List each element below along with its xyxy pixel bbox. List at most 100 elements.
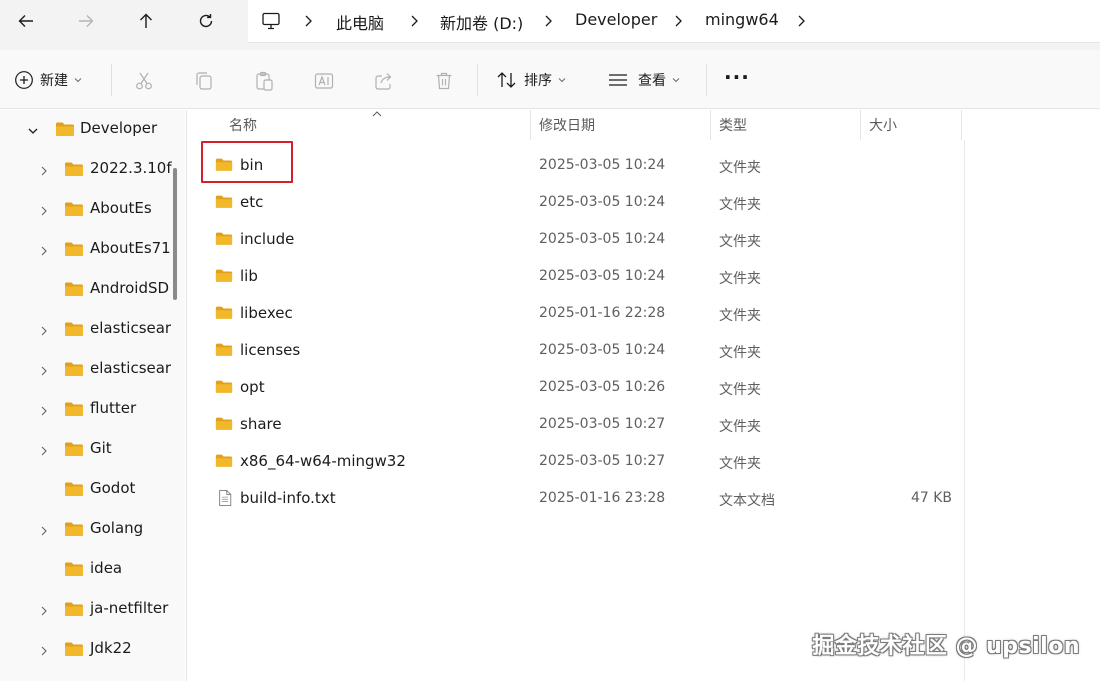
column-header-modified[interactable]: 修改日期	[539, 110, 595, 140]
sidebar-item-label: Godot	[90, 479, 136, 497]
chevron-right-icon[interactable]	[38, 243, 50, 256]
cut-icon[interactable]	[133, 70, 155, 92]
column-header-size[interactable]: 大小	[869, 110, 897, 140]
file-row[interactable]: x86_64-w64-mingw32 2025-03-05 10:27 文件夹	[187, 443, 964, 480]
column-header-type[interactable]: 类型	[719, 110, 747, 140]
sidebar-item[interactable]: AndroidSD	[0, 271, 185, 307]
new-button[interactable]: 新建	[14, 65, 82, 95]
file-name: include	[240, 230, 295, 248]
file-modified: 2025-03-05 10:24	[539, 268, 666, 284]
file-row[interactable]: libexec 2025-01-16 22:28 文件夹	[187, 295, 964, 332]
chevron-right-icon[interactable]	[38, 443, 50, 456]
file-row[interactable]: include 2025-03-05 10:24 文件夹	[187, 221, 964, 258]
chevron-down-icon	[558, 78, 566, 83]
chevron-right-icon[interactable]	[38, 363, 50, 376]
chevron-right-icon[interactable]	[38, 163, 50, 176]
forward-button[interactable]	[66, 5, 106, 37]
chevron-right-icon[interactable]	[38, 403, 50, 416]
sidebar-item[interactable]: AboutEs	[0, 191, 185, 227]
chevron-right-icon[interactable]	[38, 643, 50, 656]
chevron-down-icon[interactable]	[27, 123, 39, 135]
chevron-right-icon[interactable]	[795, 12, 809, 30]
sidebar-item-label: 2022.3.10f	[90, 159, 172, 177]
sidebar-item[interactable]: Git	[0, 431, 185, 467]
folder-icon	[64, 361, 84, 377]
file-type: 文件夹	[719, 234, 761, 250]
folder-icon	[64, 401, 84, 417]
breadcrumb-item-mingw64[interactable]: mingw64	[705, 10, 779, 29]
sidebar-item[interactable]: flutter	[0, 391, 185, 427]
sidebar-item-label: AboutEs	[90, 199, 152, 217]
folder-icon	[215, 268, 233, 284]
folder-icon	[64, 281, 84, 297]
copy-icon[interactable]	[193, 70, 215, 92]
more-label: ···	[724, 65, 750, 89]
column-divider[interactable]	[961, 110, 962, 140]
folder-icon	[64, 641, 84, 657]
sidebar-item-label: elasticsear	[90, 359, 172, 377]
paste-icon[interactable]	[253, 70, 275, 92]
sidebar-item-label: AndroidSD	[90, 279, 170, 297]
folder-icon	[215, 342, 233, 358]
file-row[interactable]: etc 2025-03-05 10:24 文件夹	[187, 184, 964, 221]
chevron-right-icon[interactable]	[38, 523, 50, 536]
column-divider[interactable]	[530, 110, 531, 140]
view-button[interactable]: 查看	[607, 65, 680, 95]
view-list-icon	[609, 74, 627, 86]
rename-icon[interactable]	[313, 70, 335, 92]
file-row[interactable]: licenses 2025-03-05 10:24 文件夹	[187, 332, 964, 369]
sort-button[interactable]: 排序	[496, 65, 566, 95]
command-bar: 新建 排序 查看 ···	[0, 50, 1100, 109]
file-modified: 2025-03-05 10:24	[539, 194, 666, 210]
sidebar-scrollbar[interactable]	[173, 168, 177, 300]
sidebar-item[interactable]: elasticsear	[0, 351, 185, 387]
file-row[interactable]: lib 2025-03-05 10:24 文件夹	[187, 258, 964, 295]
breadcrumb-item-pc[interactable]: 此电脑	[336, 10, 384, 34]
column-divider[interactable]	[860, 110, 861, 140]
file-row[interactable]: opt 2025-03-05 10:26 文件夹	[187, 369, 964, 406]
file-type: 文件夹	[719, 308, 761, 324]
file-name: libexec	[240, 304, 293, 322]
chevron-down-icon	[672, 78, 680, 83]
more-options-button[interactable]: ···	[724, 62, 750, 92]
file-modified: 2025-01-16 22:28	[539, 305, 666, 321]
sort-icon	[497, 72, 516, 88]
share-icon[interactable]	[373, 70, 395, 92]
sidebar-item[interactable]: Jdk22	[0, 631, 185, 667]
breadcrumb-item-developer[interactable]: Developer	[575, 10, 657, 29]
sidebar-item-label: AboutEs71	[90, 239, 171, 257]
column-header-name[interactable]: 名称	[229, 110, 257, 140]
chevron-right-icon	[672, 12, 686, 30]
file-row[interactable]: bin 2025-03-05 10:24 文件夹	[187, 147, 964, 184]
chevron-right-icon[interactable]	[38, 603, 50, 616]
column-divider[interactable]	[710, 110, 711, 140]
sidebar-item[interactable]: idea	[0, 551, 185, 587]
up-button[interactable]	[126, 5, 166, 37]
sidebar-item[interactable]: elasticsear	[0, 311, 185, 347]
divider	[111, 64, 112, 96]
chevron-right-icon[interactable]	[38, 203, 50, 216]
chevron-down-icon	[74, 78, 82, 83]
sidebar-item[interactable]: ja-netfilter	[0, 591, 185, 627]
chevron-right-icon[interactable]	[38, 323, 50, 336]
breadcrumb[interactable]: 此电脑 新加卷 (D:) Developer mingw64	[248, 0, 1100, 43]
sidebar-item[interactable]: 2022.3.10f	[0, 151, 185, 187]
sidebar-item[interactable]: AboutEs71	[0, 231, 185, 267]
sidebar-item[interactable]: Godot	[0, 471, 185, 507]
back-button[interactable]	[6, 5, 46, 37]
file-type: 文本文档	[719, 493, 775, 509]
folder-icon	[215, 453, 233, 469]
sidebar-item[interactable]: Golang	[0, 511, 185, 547]
file-list: 名称 修改日期 类型 大小 bin 2025-03-05 10:24 文件夹 etc 2…	[187, 110, 1100, 681]
folder-icon	[215, 379, 233, 395]
refresh-icon	[199, 14, 213, 28]
file-row[interactable]: share 2025-03-05 10:27 文件夹	[187, 406, 964, 443]
file-name: x86_64-w64-mingw32	[240, 452, 406, 470]
file-modified: 2025-03-05 10:24	[539, 231, 666, 247]
refresh-button[interactable]	[186, 5, 226, 37]
file-name: licenses	[240, 341, 301, 359]
breadcrumb-item-drive[interactable]: 新加卷 (D:)	[440, 10, 523, 34]
trash-icon[interactable]	[433, 70, 455, 92]
file-row[interactable]: build-info.txt 2025-01-16 23:28 文本文档 47 KB	[187, 480, 964, 517]
sidebar-item[interactable]: Developer	[0, 111, 185, 147]
